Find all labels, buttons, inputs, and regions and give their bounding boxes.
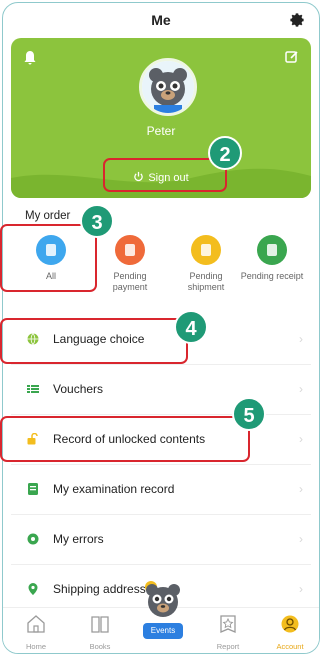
chevron-right-icon: › [299, 482, 303, 496]
order-pending-shipment-label: Pending shipment [187, 271, 225, 292]
tab-report-label: Report [216, 642, 240, 651]
menu-item-vouchers[interactable]: Vouchers › [11, 365, 311, 415]
callout-order-all-outline [0, 224, 97, 292]
voucher-icon [27, 385, 39, 393]
home-icon [27, 615, 45, 633]
account-icon [281, 615, 299, 633]
menu-item-label: Vouchers [53, 382, 104, 396]
report-icon [220, 615, 236, 633]
callout-badge-sign-out: 2 [208, 136, 242, 170]
tab-books-label: Books [89, 642, 111, 651]
chevron-right-icon: › [299, 332, 303, 346]
chevron-right-icon: › [299, 382, 303, 396]
edit-icon[interactable] [285, 50, 299, 64]
bear-avatar-icon [142, 61, 194, 113]
page-title: Me [151, 12, 171, 28]
error-icon [27, 533, 39, 545]
callout-unlocked-outline [0, 416, 250, 462]
menu-item-examination-record[interactable]: My examination record › [11, 465, 311, 515]
callout-sign-out-outline [103, 158, 227, 192]
gear-icon[interactable] [289, 12, 305, 28]
box-icon [191, 235, 221, 265]
truck-icon [257, 235, 287, 265]
chevron-right-icon: › [299, 532, 303, 546]
tab-account-label: Account [276, 642, 304, 651]
exam-icon [28, 483, 38, 495]
tab-events-label: Events [150, 626, 176, 635]
order-pending-shipment-button[interactable]: Pending shipment [171, 235, 241, 293]
callout-badge-language: 4 [174, 310, 208, 344]
bell-icon[interactable] [23, 50, 37, 66]
order-pending-payment-label: Pending payment [112, 271, 148, 292]
events-bear-icon[interactable] [141, 577, 185, 621]
callout-badge-unlocked: 5 [232, 397, 266, 431]
my-order-title: My order [25, 210, 71, 222]
top-bar: Me [3, 3, 319, 37]
menu-item-my-errors[interactable]: My errors › [11, 515, 311, 565]
callout-badge-order-all: 3 [80, 204, 114, 238]
callout-language-outline [0, 318, 188, 364]
order-pending-receipt-label: Pending receipt [240, 271, 304, 281]
tab-account[interactable]: Account [263, 614, 317, 651]
tab-books[interactable]: Books [73, 614, 127, 651]
tab-report[interactable]: Report [201, 614, 255, 651]
wallet-icon [115, 235, 145, 265]
order-pending-payment-button[interactable]: Pending payment [95, 235, 165, 293]
book-icon [91, 616, 109, 633]
location-icon [28, 583, 38, 595]
menu-item-label: My errors [53, 532, 104, 546]
tab-home[interactable]: Home [9, 614, 63, 651]
tab-events[interactable]: Events [143, 623, 183, 639]
chevron-right-icon: › [299, 582, 303, 596]
chevron-right-icon: › [299, 432, 303, 446]
user-name: Peter [146, 124, 176, 138]
menu-item-label: My examination record [53, 482, 175, 496]
tab-home-label: Home [25, 642, 46, 651]
menu-item-label: Shipping address [53, 582, 146, 596]
avatar[interactable] [139, 58, 197, 116]
order-pending-receipt-button[interactable]: Pending receipt [237, 235, 307, 282]
